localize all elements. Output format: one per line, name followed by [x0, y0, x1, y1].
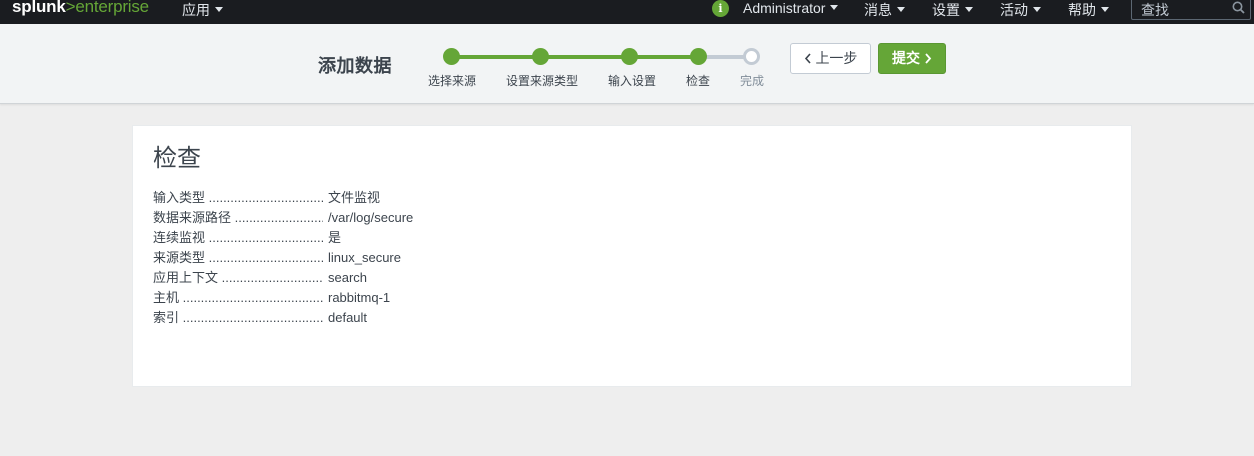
review-panel: 检查 输入类型 文件监视 数据来源路径 /var/log/secure 连续监视… [132, 125, 1132, 387]
messages-menu[interactable]: 消息 [864, 0, 905, 18]
step-5-dot [743, 48, 760, 65]
review-row-host: 主机 rabbitmq-1 [153, 288, 553, 308]
step-3-label: 输入设置 [607, 74, 657, 88]
user-menu-label: Administrator [743, 0, 826, 16]
chevron-down-icon [1033, 7, 1041, 12]
apps-menu[interactable]: 应用 [182, 0, 223, 18]
review-value: default [328, 310, 368, 325]
logo-splunk-text: splunk [12, 0, 66, 16]
back-button-label: 上一步 [815, 50, 858, 66]
chevron-right-icon [925, 53, 932, 64]
add-data-wizard-bar: 添加数据 选择来源 设置来源类型 输入设置 检查 完成 上一步 提交 [0, 24, 1254, 104]
logo-gt-text: > [65, 0, 76, 16]
search-input[interactable]: 查找 [1131, 0, 1251, 20]
submit-button-label: 提交 [892, 50, 921, 66]
review-row-app-context: 应用上下文 search [153, 268, 553, 288]
step-2-dot [532, 48, 549, 65]
review-value: 是 [328, 230, 342, 245]
review-row-sourcetype: 来源类型 linux_secure [153, 248, 553, 268]
step-4-label: 检查 [685, 74, 711, 88]
review-value: 文件监视 [328, 190, 381, 205]
review-key: 索引 [153, 308, 323, 328]
help-menu-label: 帮助 [1068, 2, 1096, 18]
search-placeholder: 查找 [1141, 2, 1169, 18]
back-button[interactable]: 上一步 [790, 43, 871, 74]
review-summary-list: 输入类型 文件监视 数据来源路径 /var/log/secure 连续监视 是 … [153, 188, 553, 328]
chevron-down-icon [965, 7, 973, 12]
step-3-dot [621, 48, 638, 65]
apps-menu-label: 应用 [182, 2, 210, 18]
review-value: rabbitmq-1 [328, 290, 391, 305]
chevron-down-icon [897, 7, 905, 12]
logo-enterprise-text: enterprise [75, 0, 149, 16]
activity-menu-label: 活动 [1000, 2, 1028, 18]
wizard-title: 添加数据 [318, 56, 392, 76]
review-value: /var/log/secure [328, 210, 414, 225]
review-key: 输入类型 [153, 188, 323, 208]
review-key: 来源类型 [153, 248, 323, 268]
review-key: 数据来源路径 [153, 208, 323, 228]
settings-menu-label: 设置 [932, 2, 960, 18]
review-value: linux_secure [328, 250, 401, 265]
chevron-down-icon [215, 7, 223, 12]
help-menu[interactable]: 帮助 [1068, 0, 1109, 18]
chevron-left-icon [804, 53, 811, 64]
submit-button[interactable]: 提交 [878, 43, 946, 74]
review-key: 连续监视 [153, 228, 323, 248]
settings-menu[interactable]: 设置 [932, 0, 973, 18]
info-icon[interactable]: i [712, 0, 729, 17]
review-key: 主机 [153, 288, 323, 308]
review-row-continuous-monitor: 连续监视 是 [153, 228, 553, 248]
step-1-dot [443, 48, 460, 65]
review-title: 检查 [153, 145, 201, 172]
user-menu[interactable]: Administrator [743, 0, 839, 18]
top-nav-bar: splunk>enterprise 应用 i Administrator 消息 … [0, 0, 1254, 24]
review-row-index: 索引 default [153, 308, 553, 328]
step-progress-line [452, 55, 698, 59]
review-value: search [328, 270, 368, 285]
search-icon [1232, 1, 1245, 14]
step-5-label: 完成 [739, 74, 765, 88]
step-2-label: 设置来源类型 [505, 74, 579, 88]
chevron-down-icon [830, 5, 839, 10]
step-1-label: 选择来源 [427, 74, 477, 88]
step-4-dot [690, 48, 707, 65]
review-row-source-path: 数据来源路径 /var/log/secure [153, 208, 553, 228]
splunk-logo[interactable]: splunk>enterprise [12, 0, 149, 17]
messages-menu-label: 消息 [864, 2, 892, 18]
chevron-down-icon [1101, 7, 1109, 12]
review-key: 应用上下文 [153, 268, 323, 288]
review-row-input-type: 输入类型 文件监视 [153, 188, 553, 208]
activity-menu[interactable]: 活动 [1000, 0, 1041, 18]
